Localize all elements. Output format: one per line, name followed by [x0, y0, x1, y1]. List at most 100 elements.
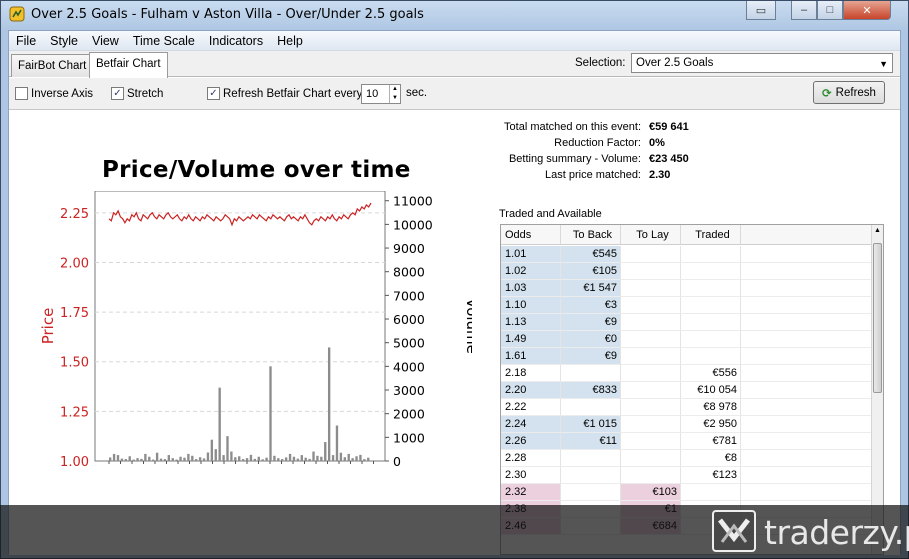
odds-cell[interactable]: 1.01 — [501, 246, 561, 263]
title-bar[interactable]: Over 2.5 Goals - Fulham v Aston Villa - … — [1, 1, 908, 29]
refresh-interval-stepper[interactable]: 10 ▲ ▼ — [361, 84, 401, 104]
to-back-cell[interactable]: €545 — [561, 246, 621, 263]
odds-cell[interactable]: 2.26 — [501, 433, 561, 450]
to-lay-cell[interactable]: €103 — [621, 484, 681, 501]
table-row[interactable]: 1.13 €9 — [501, 314, 873, 331]
inverse-axis-checkbox[interactable]: Inverse Axis — [15, 87, 93, 100]
to-lay-cell[interactable] — [621, 382, 681, 399]
to-back-cell[interactable]: €833 — [561, 382, 621, 399]
table-row[interactable]: 1.10 €3 — [501, 297, 873, 314]
spin-arrows-icon[interactable]: ▲ ▼ — [389, 85, 400, 103]
to-lay-cell[interactable] — [621, 467, 681, 484]
tab-betfair-chart[interactable]: Betfair Chart — [89, 52, 168, 78]
to-lay-cell[interactable] — [621, 450, 681, 467]
table-row[interactable]: 2.32 €103 — [501, 484, 873, 501]
traded-cell[interactable] — [681, 297, 741, 314]
odds-cell[interactable]: 2.24 — [501, 416, 561, 433]
column-header-to-lay[interactable]: To Lay — [621, 225, 681, 244]
menu-indicators[interactable]: Indicators — [202, 34, 270, 48]
to-lay-cell[interactable] — [621, 246, 681, 263]
odds-cell[interactable]: 1.61 — [501, 348, 561, 365]
table-row[interactable]: 2.24 €1 015 €2 950 — [501, 416, 873, 433]
table-row[interactable]: 1.01 €545 — [501, 246, 873, 263]
traded-cell[interactable]: €123 — [681, 467, 741, 484]
to-back-cell[interactable]: €1 015 — [561, 416, 621, 433]
to-lay-cell[interactable] — [621, 280, 681, 297]
traded-cell[interactable] — [681, 331, 741, 348]
to-lay-cell[interactable] — [621, 314, 681, 331]
traded-cell[interactable] — [681, 314, 741, 331]
traded-cell[interactable]: €8 978 — [681, 399, 741, 416]
odds-cell[interactable]: 2.18 — [501, 365, 561, 382]
menu-time-scale[interactable]: Time Scale — [126, 34, 202, 48]
table-row[interactable]: 1.02 €105 — [501, 263, 873, 280]
menu-view[interactable]: View — [85, 34, 126, 48]
odds-cell[interactable]: 1.03 — [501, 280, 561, 297]
table-row[interactable]: 2.18 €556 — [501, 365, 873, 382]
odds-cell[interactable]: 2.30 — [501, 467, 561, 484]
to-lay-cell[interactable] — [621, 416, 681, 433]
odds-cell[interactable]: 2.28 — [501, 450, 561, 467]
to-back-cell[interactable] — [561, 365, 621, 382]
odds-cell[interactable]: 1.10 — [501, 297, 561, 314]
column-header-odds[interactable]: Odds — [501, 225, 561, 244]
refresh-button[interactable]: ⟳ Refresh — [813, 81, 885, 104]
scroll-thumb[interactable] — [873, 243, 882, 393]
odds-cell[interactable]: 1.02 — [501, 263, 561, 280]
to-back-cell[interactable]: €11 — [561, 433, 621, 450]
table-row[interactable]: 1.61 €9 — [501, 348, 873, 365]
traded-cell[interactable] — [681, 280, 741, 297]
maximize-button[interactable]: □ — [817, 1, 843, 20]
to-back-cell[interactable]: €9 — [561, 348, 621, 365]
to-lay-cell[interactable] — [621, 263, 681, 280]
table-row[interactable]: 2.28 €8 — [501, 450, 873, 467]
selection-dropdown[interactable]: Over 2.5 Goals ▼ — [631, 53, 893, 73]
table-row[interactable]: 1.49 €0 — [501, 331, 873, 348]
traded-cell[interactable]: €2 950 — [681, 416, 741, 433]
refresh-every-checkbox[interactable]: ✓ Refresh Betfair Chart every — [207, 87, 362, 100]
to-lay-cell[interactable] — [621, 433, 681, 450]
table-row[interactable]: 1.03 €1 547 — [501, 280, 873, 297]
traded-cell[interactable] — [681, 484, 741, 501]
restore-icon[interactable]: ▭ — [746, 1, 776, 20]
traded-cell[interactable]: €10 054 — [681, 382, 741, 399]
to-back-cell[interactable]: €9 — [561, 314, 621, 331]
check-icon[interactable]: ✓ — [111, 87, 124, 100]
tab-fairbot-chart[interactable]: FairBot Chart — [11, 54, 94, 77]
odds-cell[interactable]: 2.20 — [501, 382, 561, 399]
traded-cell[interactable] — [681, 263, 741, 280]
close-button[interactable]: ✕ — [843, 1, 891, 20]
to-back-cell[interactable]: €0 — [561, 331, 621, 348]
to-back-cell[interactable]: €1 547 — [561, 280, 621, 297]
odds-cell[interactable]: 2.22 — [501, 399, 561, 416]
traded-cell[interactable]: €8 — [681, 450, 741, 467]
odds-cell[interactable]: 1.49 — [501, 331, 561, 348]
scroll-up-icon[interactable]: ▲ — [874, 227, 881, 234]
to-back-cell[interactable] — [561, 450, 621, 467]
to-back-cell[interactable]: €3 — [561, 297, 621, 314]
menu-file[interactable]: File — [9, 34, 43, 48]
to-back-cell[interactable] — [561, 467, 621, 484]
to-lay-cell[interactable] — [621, 331, 681, 348]
to-lay-cell[interactable] — [621, 348, 681, 365]
traded-cell[interactable]: €781 — [681, 433, 741, 450]
traded-cell[interactable] — [681, 246, 741, 263]
column-header-traded[interactable]: Traded — [681, 225, 741, 244]
minimize-button[interactable]: – — [791, 1, 817, 20]
to-back-cell[interactable] — [561, 484, 621, 501]
checkbox-box[interactable] — [15, 87, 28, 100]
menu-help[interactable]: Help — [270, 34, 310, 48]
table-row[interactable]: 2.26 €11 €781 — [501, 433, 873, 450]
column-header-to-back[interactable]: To Back — [561, 225, 621, 244]
stretch-checkbox[interactable]: ✓ Stretch — [111, 87, 163, 100]
menu-style[interactable]: Style — [43, 34, 85, 48]
odds-cell[interactable]: 1.13 — [501, 314, 561, 331]
table-row[interactable]: 2.20 €833 €10 054 — [501, 382, 873, 399]
traded-cell[interactable] — [681, 348, 741, 365]
odds-cell[interactable]: 2.32 — [501, 484, 561, 501]
to-lay-cell[interactable] — [621, 365, 681, 382]
table-row[interactable]: 2.22 €8 978 — [501, 399, 873, 416]
to-back-cell[interactable]: €105 — [561, 263, 621, 280]
to-lay-cell[interactable] — [621, 399, 681, 416]
check-icon[interactable]: ✓ — [207, 87, 220, 100]
